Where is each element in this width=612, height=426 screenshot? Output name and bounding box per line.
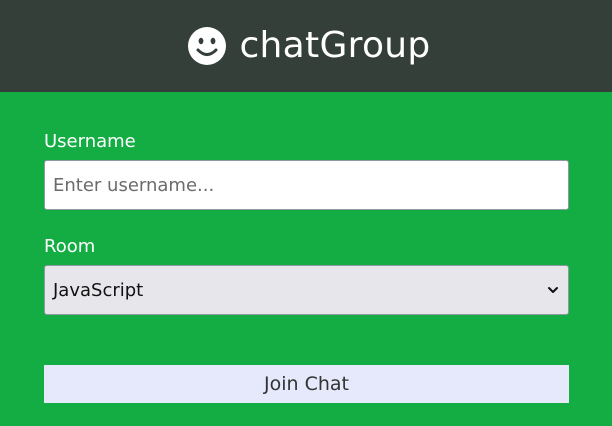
username-label: Username [44,131,136,152]
room-selected-value: JavaScript [53,279,144,301]
smile-icon [188,27,227,65]
chevron-down-icon [548,287,558,293]
app-title: chatGroup [239,25,431,66]
username-input[interactable] [44,160,569,210]
room-select[interactable]: JavaScript [44,265,569,315]
join-form: Username Room JavaScript Join Chat [0,92,612,426]
room-label: Room [44,236,96,257]
join-chat-button[interactable]: Join Chat [44,365,569,403]
app-header: chatGroup [0,0,612,92]
header-brand: chatGroup [187,26,430,66]
